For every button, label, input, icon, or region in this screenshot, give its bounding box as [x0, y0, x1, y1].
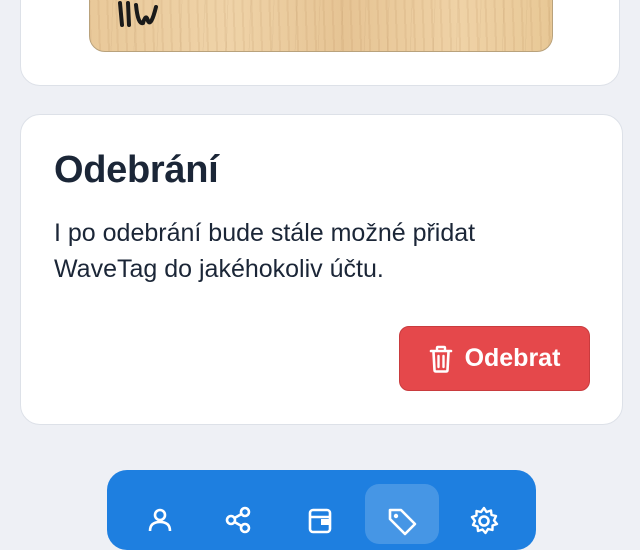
- removal-title: Odebrání: [54, 149, 219, 191]
- engraving-mark: [118, 1, 158, 27]
- nav-item-settings[interactable]: [447, 484, 521, 544]
- nav-item-profile[interactable]: [123, 484, 197, 544]
- remove-button-label: Odebrat: [464, 344, 561, 372]
- gear-icon: [469, 506, 499, 541]
- tag-icon: [386, 506, 418, 541]
- wallet-icon: [307, 506, 333, 539]
- nav-item-wallet[interactable]: [283, 484, 357, 544]
- product-image: [89, 0, 553, 52]
- nav-item-tags[interactable]: [365, 484, 439, 544]
- share-icon: [224, 506, 252, 539]
- removal-description: I po odebrání bude stále možné přidat Wa…: [54, 219, 476, 283]
- nav-item-share[interactable]: [201, 484, 275, 544]
- bottom-nav: [107, 470, 536, 550]
- trash-icon: [429, 345, 453, 373]
- remove-button[interactable]: Odebrat: [399, 326, 590, 391]
- user-icon: [147, 506, 173, 537]
- removal-card: Odebrání I po odebrání bude stále možné …: [20, 114, 623, 425]
